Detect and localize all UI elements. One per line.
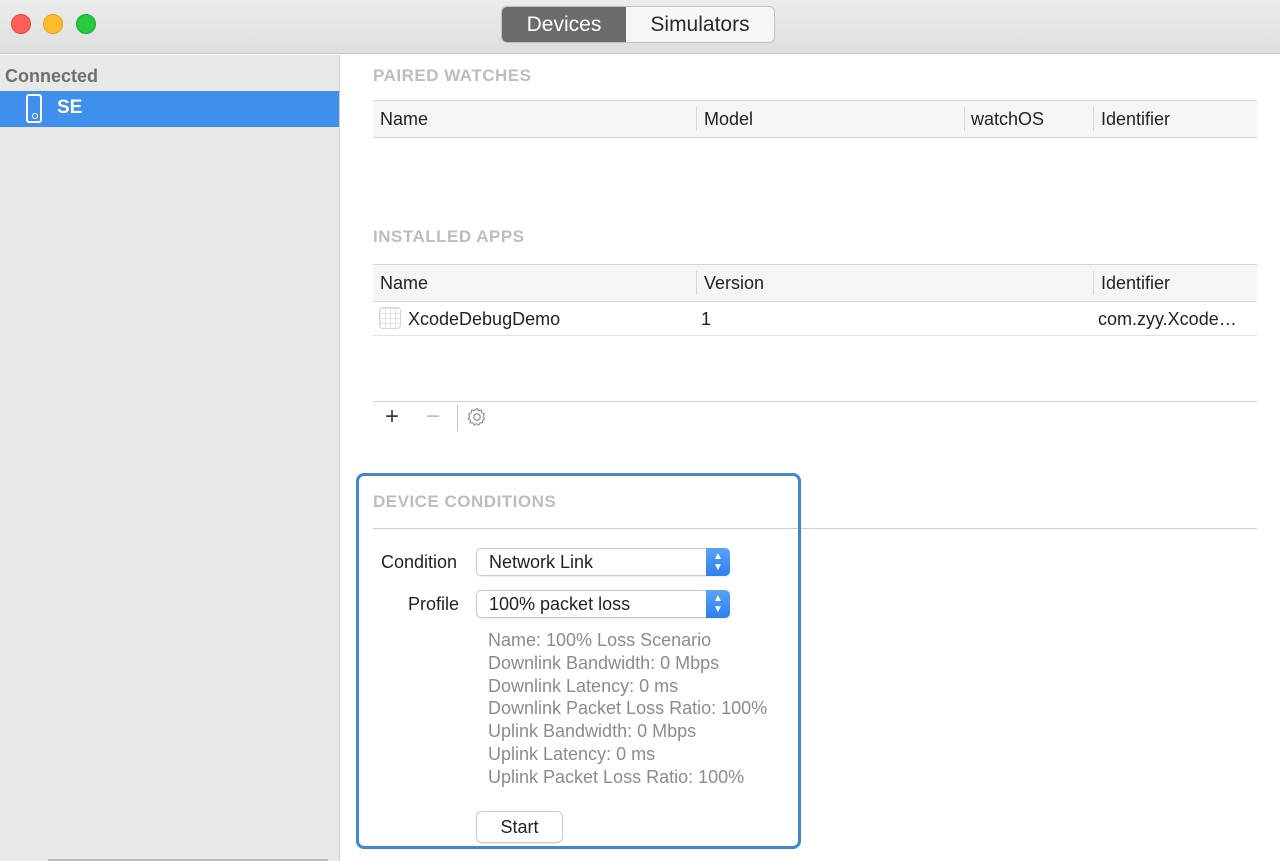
column-header-watchos[interactable]: watchOS — [971, 109, 1044, 130]
table-row[interactable]: XcodeDebugDemo 1 com.zyy.Xcode… — [373, 302, 1257, 336]
installed-apps-table: Name Version Identifier XcodeDebugDemo 1… — [373, 264, 1257, 336]
column-header-name[interactable]: Name — [380, 273, 428, 294]
sidebar-item-label: SE — [57, 97, 83, 118]
column-header-model[interactable]: Model — [704, 109, 753, 130]
app-version: 1 — [701, 309, 712, 329]
app-icon — [379, 307, 401, 329]
device-conditions-highlight — [356, 473, 801, 849]
column-header-identifier[interactable]: Identifier — [1101, 109, 1170, 130]
column-divider — [696, 107, 697, 131]
tab-devices[interactable]: Devices — [502, 7, 626, 42]
sidebar-item-se[interactable]: SE — [0, 91, 339, 127]
toolbar-separator — [457, 405, 458, 431]
remove-app-button[interactable]: − — [426, 404, 440, 430]
iphone-icon — [26, 94, 42, 123]
sidebar-section-connected: Connected — [5, 66, 99, 86]
column-divider — [1093, 271, 1094, 295]
table-header: Name Version Identifier — [373, 264, 1257, 302]
zoom-window-button[interactable] — [76, 14, 96, 34]
paired-watches-heading: PAIRED WATCHES — [373, 66, 532, 85]
tab-simulators[interactable]: Simulators — [626, 7, 774, 42]
title-bar: Devices Simulators — [0, 0, 1280, 54]
devices-simulators-segmented-control: Devices Simulators — [501, 6, 775, 43]
column-header-name[interactable]: Name — [380, 109, 428, 130]
toolbar-divider — [373, 401, 1257, 402]
column-divider — [1093, 107, 1094, 131]
column-header-identifier[interactable]: Identifier — [1101, 273, 1170, 294]
app-identifier: com.zyy.Xcode… — [1098, 309, 1237, 329]
minimize-window-button[interactable] — [43, 14, 63, 34]
paired-watches-table: Name Model watchOS Identifier — [373, 100, 1257, 138]
installed-apps-heading: INSTALLED APPS — [373, 227, 525, 246]
column-divider — [696, 271, 697, 295]
close-window-button[interactable] — [11, 14, 31, 34]
app-name: XcodeDebugDemo — [408, 309, 561, 329]
gear-icon[interactable] — [466, 406, 488, 428]
column-header-version[interactable]: Version — [704, 273, 764, 294]
add-app-button[interactable]: + — [385, 404, 399, 430]
column-divider — [964, 107, 965, 131]
sidebar: Connected SE — [0, 55, 340, 861]
table-header: Name Model watchOS Identifier — [373, 100, 1257, 138]
